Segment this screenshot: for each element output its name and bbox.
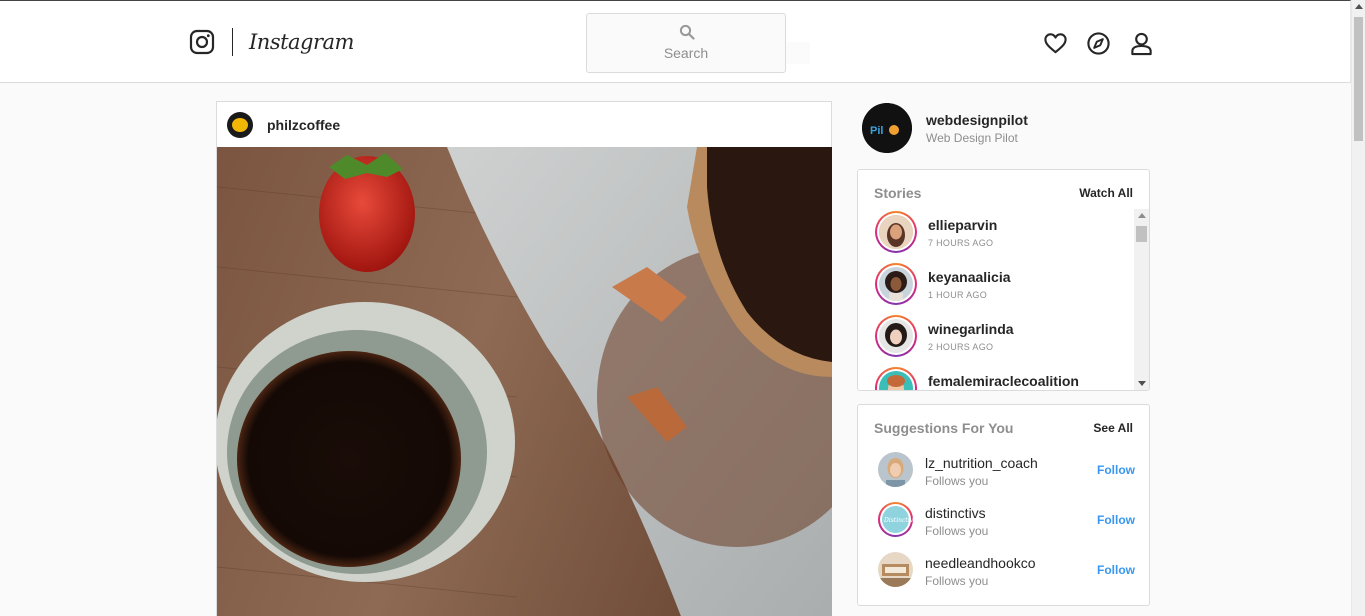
top-nav: Instagram Search	[0, 0, 1351, 83]
profile-full-name: Web Design Pilot	[926, 131, 1018, 145]
story-list: ellieparvin 7 HOURS AGO keyanaalicia 1 H…	[858, 207, 1134, 390]
story-ring[interactable]	[875, 315, 917, 357]
stories-scrollbar[interactable]	[1134, 209, 1149, 390]
post-image[interactable]	[217, 147, 832, 616]
search-icon	[679, 24, 695, 40]
follow-button[interactable]: Follow	[1097, 563, 1135, 577]
suggestion-avatar[interactable]	[878, 452, 913, 487]
stories-panel: Stories Watch All ellieparvin 7 HOURS AG…	[857, 169, 1150, 391]
suggestion-username[interactable]: distinctivs	[925, 505, 986, 521]
suggestions-title: Suggestions For You	[874, 420, 1014, 436]
post-header: philzcoffee	[217, 102, 831, 147]
watch-all-link[interactable]: Watch All	[1079, 186, 1133, 200]
suggestions-panel: Suggestions For You See All lz_nutrition…	[857, 404, 1150, 606]
story-item[interactable]: ellieparvin 7 HOURS AGO	[874, 210, 1124, 256]
svg-text:Pil: Pil	[870, 125, 883, 137]
story-username[interactable]: winegarlinda	[928, 321, 1014, 337]
user-icon[interactable]	[1129, 31, 1154, 56]
story-item[interactable]: keyanaalicia 1 HOUR AGO	[874, 262, 1124, 308]
current-user: Pil webdesignpilot Web Design Pilot	[862, 103, 1152, 153]
follow-button[interactable]: Follow	[1097, 463, 1135, 477]
profile-username[interactable]: webdesignpilot	[926, 112, 1028, 128]
story-time: 1 HOUR AGO	[928, 290, 988, 300]
search-placeholder: Search	[663, 45, 709, 61]
story-ring[interactable]	[875, 263, 917, 305]
suggestion-item: lz_nutrition_coach Follows you Follow	[878, 452, 1138, 492]
story-username[interactable]: keyanaalicia	[928, 269, 1011, 285]
story-time: 2 HOURS AGO	[928, 342, 994, 352]
suggestion-username[interactable]: needleandhookco	[925, 555, 1036, 571]
stories-title: Stories	[874, 185, 922, 201]
post-avatar[interactable]	[227, 112, 253, 138]
instagram-page: Instagram Search philzcoffee Pil webdesi…	[0, 0, 1365, 616]
search-edge	[786, 42, 810, 64]
scrollbar-thumb[interactable]	[1354, 17, 1363, 141]
compass-icon[interactable]	[1086, 31, 1111, 56]
scrollbar-thumb[interactable]	[1136, 226, 1147, 242]
scroll-up-arrow[interactable]	[1138, 213, 1146, 218]
story-item[interactable]: winegarlinda 2 HOURS AGO	[874, 314, 1124, 360]
brand[interactable]: Instagram	[189, 28, 354, 56]
user-avatar[interactable]: Pil	[862, 103, 912, 153]
nav-actions	[1043, 31, 1154, 56]
story-ring[interactable]	[875, 211, 917, 253]
feed-post: philzcoffee	[216, 101, 832, 616]
suggestion-subtitle: Follows you	[925, 474, 989, 488]
story-ring[interactable]	[875, 367, 917, 390]
scroll-up-arrow[interactable]	[1355, 4, 1363, 9]
suggestion-subtitle: Follows you	[925, 574, 989, 588]
scroll-down-arrow[interactable]	[1138, 381, 1146, 386]
suggestion-username[interactable]: lz_nutrition_coach	[925, 455, 1038, 471]
suggestion-avatar[interactable]	[878, 552, 913, 587]
story-username[interactable]: ellieparvin	[928, 217, 997, 233]
logo-divider	[232, 28, 233, 56]
instagram-camera-icon[interactable]	[189, 29, 215, 55]
search-input[interactable]: Search	[586, 13, 786, 73]
see-all-link[interactable]: See All	[1093, 421, 1133, 435]
story-time: 7 HOURS AGO	[928, 238, 994, 248]
story-item[interactable]: femalemiraclecoalition	[874, 366, 1124, 390]
instagram-wordmark[interactable]: Instagram	[249, 30, 354, 54]
suggestion-avatar[interactable]: Distinctiv	[878, 502, 913, 537]
coffee-photo	[217, 147, 832, 616]
follow-button[interactable]: Follow	[1097, 513, 1135, 527]
page-scrollbar[interactable]	[1351, 0, 1365, 616]
heart-icon[interactable]	[1043, 31, 1068, 56]
svg-text:Distinctiv: Distinctiv	[883, 517, 913, 524]
suggestion-item: needleandhookco Follows you Follow	[878, 552, 1138, 592]
suggestion-subtitle: Follows you	[925, 524, 989, 538]
suggestion-item: Distinctiv distinctivs Follows you Follo…	[878, 502, 1138, 542]
story-username[interactable]: femalemiraclecoalition	[928, 373, 1079, 389]
post-username[interactable]: philzcoffee	[267, 117, 340, 133]
